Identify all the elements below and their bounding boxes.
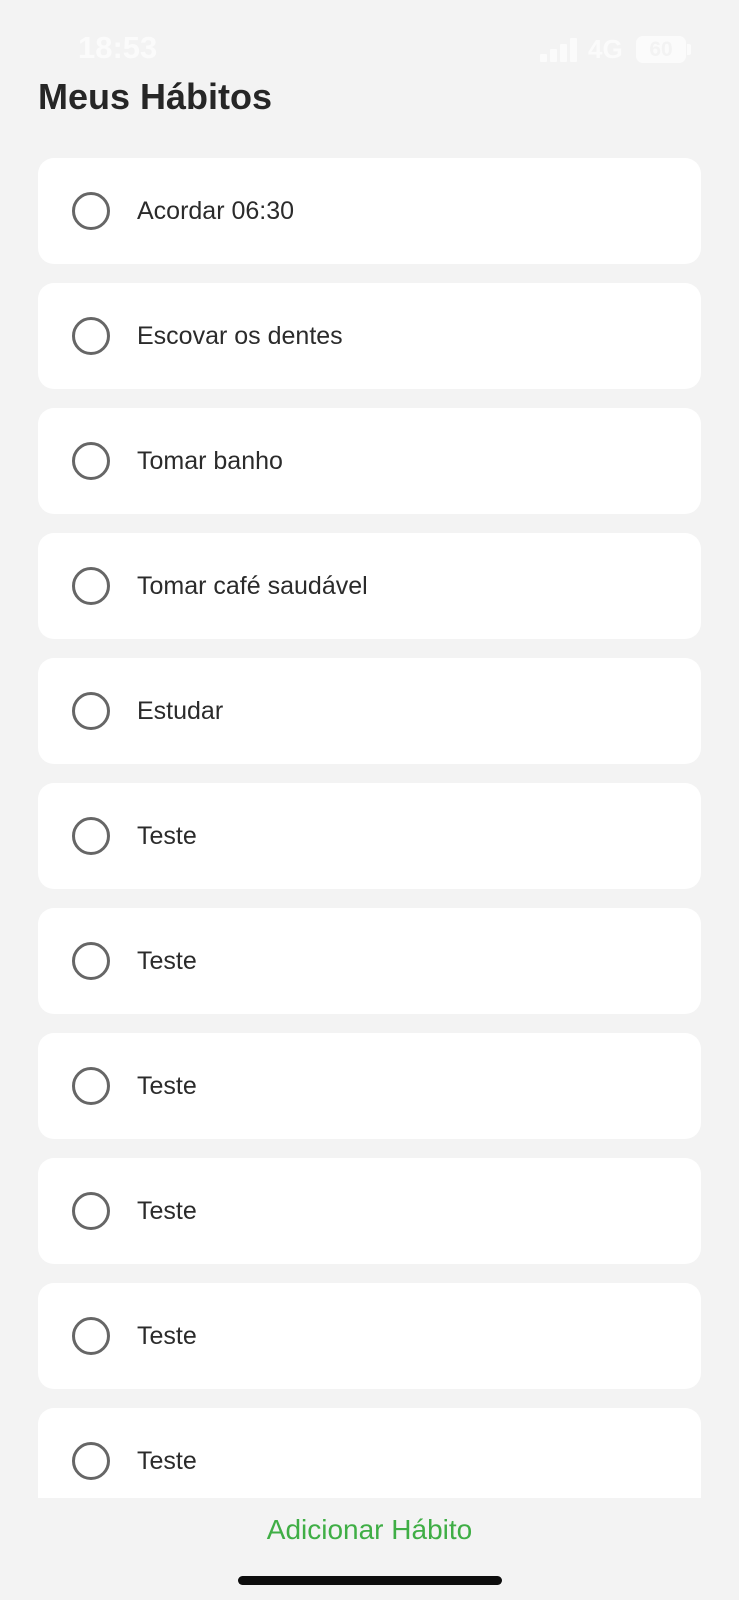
add-habit-button[interactable]: Adicionar Hábito [0, 1498, 739, 1562]
battery-level: 60 [649, 38, 673, 61]
habit-list: Acordar 06:30 Escovar os dentes Tomar banh… [38, 158, 701, 1498]
habits-screen: 18:53 4G 60 Meus Hábitos Acordar 06:30 Es… [0, 0, 739, 1600]
habit-item[interactable]: Teste [38, 783, 701, 889]
checkbox-circle-icon[interactable] [72, 942, 110, 980]
signal-bars-icon [540, 38, 578, 62]
page-title: Meus Hábitos [38, 76, 273, 117]
habit-item[interactable]: Estudar [38, 658, 701, 764]
habit-item[interactable]: Teste [38, 1158, 701, 1264]
checkbox-circle-icon[interactable] [72, 567, 110, 605]
habit-label: Teste [137, 1322, 197, 1350]
checkbox-circle-icon[interactable] [72, 1067, 110, 1105]
habit-label: Acordar 06:30 [137, 197, 295, 225]
habit-item[interactable]: Teste [38, 1408, 701, 1498]
habit-label: Tomar banho [137, 447, 283, 475]
habit-item[interactable]: Escovar os dentes [38, 283, 701, 389]
checkbox-circle-icon[interactable] [72, 192, 110, 230]
checkbox-circle-icon[interactable] [72, 692, 110, 730]
status-time: 18:53 [78, 30, 158, 65]
habit-label: Escovar os dentes [137, 322, 343, 350]
habit-item[interactable]: Tomar café saudável [38, 533, 701, 639]
checkbox-circle-icon[interactable] [72, 317, 110, 355]
checkbox-circle-icon[interactable] [72, 817, 110, 855]
habit-item[interactable]: Tomar banho [38, 408, 701, 514]
habit-label: Teste [137, 1197, 197, 1225]
checkbox-circle-icon[interactable] [72, 442, 110, 480]
habit-label: Teste [137, 1447, 197, 1475]
home-indicator [238, 1576, 502, 1585]
checkbox-circle-icon[interactable] [72, 1317, 110, 1355]
checkbox-circle-icon[interactable] [72, 1442, 110, 1480]
habit-label: Teste [137, 822, 197, 850]
habit-label: Tomar café saudável [137, 572, 368, 600]
habit-item[interactable]: Acordar 06:30 [38, 158, 701, 264]
habit-list-viewport[interactable]: Acordar 06:30 Escovar os dentes Tomar banh… [0, 158, 739, 1498]
battery-tip [687, 44, 691, 55]
habit-item[interactable]: Teste [38, 1283, 701, 1389]
checkbox-circle-icon[interactable] [72, 1192, 110, 1230]
habit-label: Teste [137, 947, 197, 975]
habit-item[interactable]: Teste [38, 908, 701, 1014]
battery-icon: 60 [636, 36, 686, 63]
habit-label: Teste [137, 1072, 197, 1100]
network-type: 4G [588, 34, 623, 64]
habit-item[interactable]: Teste [38, 1033, 701, 1139]
habit-label: Estudar [137, 697, 224, 725]
